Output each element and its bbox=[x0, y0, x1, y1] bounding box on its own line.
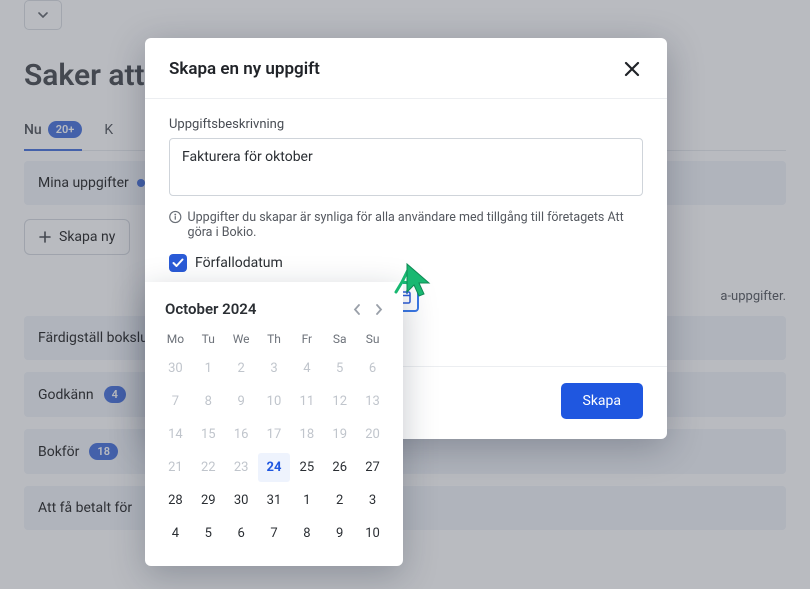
prev-month-icon[interactable] bbox=[353, 304, 361, 315]
tab-label: K bbox=[104, 122, 113, 138]
calendar-dow: We bbox=[225, 328, 258, 350]
calendar-grid: MoTuWeThFrSaSu30123456789101112131415161… bbox=[159, 328, 389, 548]
calendar-day[interactable]: 24 bbox=[258, 453, 291, 482]
info-text: Uppgifter du skapar är synliga för alla … bbox=[188, 210, 643, 240]
task-row-label: Färdigställ bokslut bbox=[38, 330, 152, 346]
calendar-dow: Th bbox=[258, 328, 291, 350]
close-icon bbox=[624, 61, 640, 77]
calendar-day[interactable]: 10 bbox=[356, 519, 389, 548]
tab-badge: 20+ bbox=[48, 121, 83, 138]
calendar-dow: Tu bbox=[192, 328, 225, 350]
calendar-day[interactable]: 3 bbox=[356, 486, 389, 515]
calendar-day[interactable]: 4 bbox=[159, 519, 192, 548]
description-input[interactable] bbox=[169, 138, 643, 196]
calendar-day[interactable]: 5 bbox=[192, 519, 225, 548]
calendar-dow: Mo bbox=[159, 328, 192, 350]
calendar-dow: Su bbox=[356, 328, 389, 350]
next-month-icon[interactable] bbox=[375, 304, 383, 315]
check-icon bbox=[172, 258, 184, 268]
calendar-dow: Fr bbox=[290, 328, 323, 350]
calendar-day[interactable]: 8 bbox=[192, 387, 225, 416]
topbar-dropdown-button[interactable] bbox=[24, 0, 62, 30]
task-row-label: Att få betalt för bbox=[38, 500, 132, 516]
calendar-day[interactable]: 30 bbox=[225, 486, 258, 515]
info-icon bbox=[169, 210, 182, 224]
create-new-button[interactable]: Skapa ny bbox=[24, 219, 130, 255]
calendar-day[interactable]: 2 bbox=[323, 486, 356, 515]
calendar-day[interactable]: 12 bbox=[323, 387, 356, 416]
calendar-day[interactable]: 18 bbox=[290, 420, 323, 449]
task-row[interactable]: Att få betalt för bbox=[24, 486, 786, 530]
calendar-day[interactable]: 1 bbox=[192, 354, 225, 383]
calendar-day[interactable]: 29 bbox=[192, 486, 225, 515]
calendar-day[interactable]: 4 bbox=[290, 354, 323, 383]
calendar-day[interactable]: 9 bbox=[323, 519, 356, 548]
calendar-day[interactable]: 8 bbox=[290, 519, 323, 548]
modal-header: Skapa en ny uppgift bbox=[145, 38, 667, 99]
calendar-nav bbox=[353, 304, 383, 315]
calendar-day[interactable]: 27 bbox=[356, 453, 389, 482]
due-checkbox-label: Förfallodatum bbox=[195, 255, 283, 271]
calendar-day[interactable]: 31 bbox=[258, 486, 291, 515]
plus-icon bbox=[39, 231, 51, 243]
calendar-day[interactable]: 11 bbox=[290, 387, 323, 416]
calendar-dow: Sa bbox=[323, 328, 356, 350]
calendar-day[interactable]: 14 bbox=[159, 420, 192, 449]
tab-other[interactable]: K bbox=[104, 111, 113, 150]
description-label: Uppgiftsbeskrivning bbox=[169, 117, 643, 132]
calendar-day[interactable]: 17 bbox=[258, 420, 291, 449]
modal-title: Skapa en ny uppgift bbox=[169, 59, 320, 79]
task-row-label: Bokför bbox=[38, 444, 79, 460]
calendar-day[interactable]: 7 bbox=[159, 387, 192, 416]
calendar-day[interactable]: 7 bbox=[258, 519, 291, 548]
section-label: Mina uppgifter bbox=[38, 175, 129, 191]
calendar-title: October 2024 bbox=[165, 300, 256, 318]
calendar-day[interactable]: 22 bbox=[192, 453, 225, 482]
calendar-day[interactable]: 3 bbox=[258, 354, 291, 383]
calendar-day[interactable]: 9 bbox=[225, 387, 258, 416]
calendar-day[interactable]: 30 bbox=[159, 354, 192, 383]
calendar-day[interactable]: 13 bbox=[356, 387, 389, 416]
calendar-day[interactable]: 2 bbox=[225, 354, 258, 383]
calendar-day[interactable]: 10 bbox=[258, 387, 291, 416]
chevron-down-icon bbox=[38, 12, 48, 18]
calendar-day[interactable]: 25 bbox=[290, 453, 323, 482]
due-checkbox-row[interactable]: Förfallodatum bbox=[169, 254, 643, 272]
calendar-day[interactable]: 5 bbox=[323, 354, 356, 383]
task-row-label: Godkänn bbox=[38, 387, 94, 403]
calendar-day[interactable]: 23 bbox=[225, 453, 258, 482]
calendar-day[interactable]: 21 bbox=[159, 453, 192, 482]
calendar-day[interactable]: 6 bbox=[225, 519, 258, 548]
calendar-day[interactable]: 19 bbox=[323, 420, 356, 449]
calendar-day[interactable]: 15 bbox=[192, 420, 225, 449]
tab-label: Nu bbox=[24, 122, 42, 138]
count-badge: 4 bbox=[104, 386, 126, 403]
calendar-day[interactable]: 20 bbox=[356, 420, 389, 449]
calendar-day[interactable]: 1 bbox=[290, 486, 323, 515]
calendar-day[interactable]: 16 bbox=[225, 420, 258, 449]
due-checkbox[interactable] bbox=[169, 254, 187, 272]
count-badge: 18 bbox=[89, 443, 118, 460]
dot-badge-icon bbox=[137, 179, 145, 187]
tab-nu[interactable]: Nu 20+ bbox=[24, 111, 82, 150]
create-new-label: Skapa ny bbox=[59, 229, 115, 245]
calendar-day[interactable]: 26 bbox=[323, 453, 356, 482]
calendar-day[interactable]: 6 bbox=[356, 354, 389, 383]
close-button[interactable] bbox=[621, 58, 643, 80]
calendar-popover: October 2024 MoTuWeThFrSaSu3012345678910… bbox=[145, 282, 403, 566]
calendar-day[interactable]: 28 bbox=[159, 486, 192, 515]
calendar-header: October 2024 bbox=[159, 300, 389, 328]
info-row: Uppgifter du skapar är synliga för alla … bbox=[169, 210, 643, 240]
submit-button[interactable]: Skapa bbox=[561, 383, 644, 419]
